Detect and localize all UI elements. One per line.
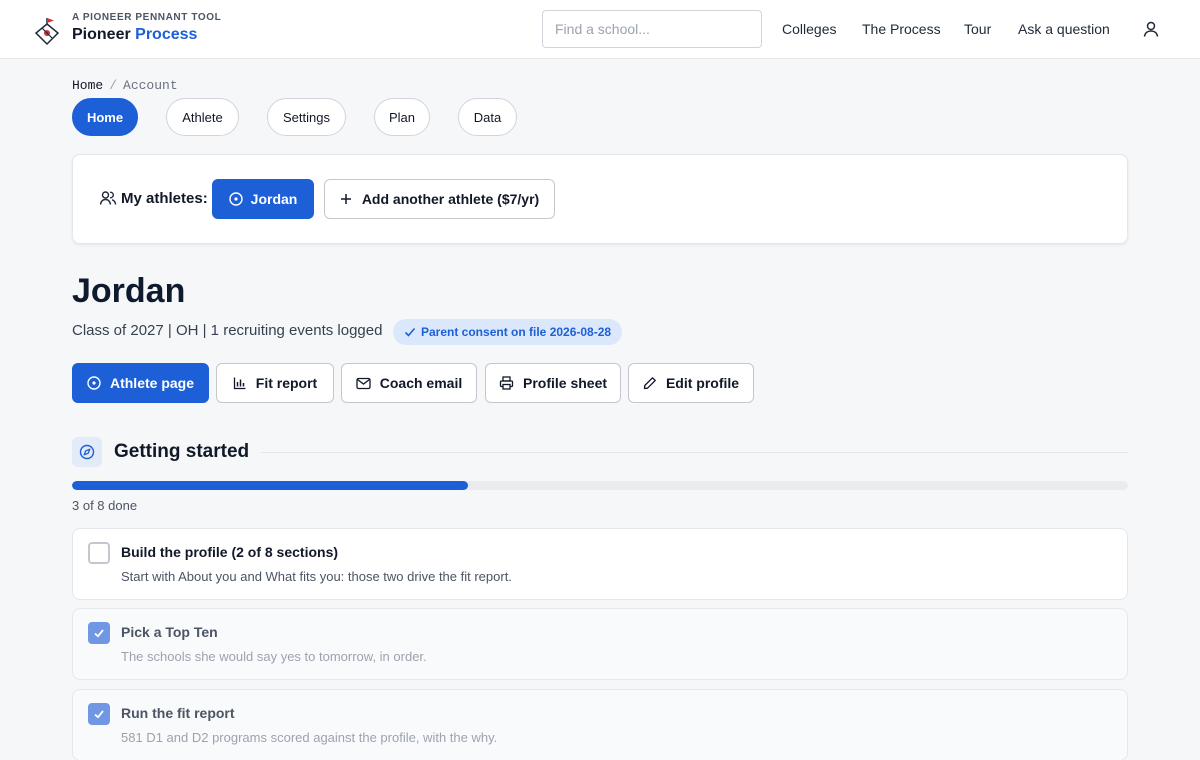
athlete-jordan-label: Jordan [250, 191, 298, 207]
my-athletes-text: My athletes: [121, 189, 208, 207]
task-title[interactable]: Run the fit report [121, 705, 235, 721]
compass-icon [228, 192, 243, 206]
getting-started-icon-box [72, 437, 102, 467]
plus-icon [340, 194, 351, 204]
task-card: Run the fit report 581 D1 and D2 program… [72, 689, 1128, 760]
task-description: The schools she would say yes to tomorro… [121, 649, 427, 664]
pennant-logo-icon[interactable] [34, 16, 62, 48]
task-card: Pick a Top Ten The schools she would say… [72, 608, 1128, 680]
task-checkbox[interactable] [88, 703, 110, 725]
getting-started-title: Getting started [114, 441, 250, 462]
fit-report-label: Fit report [255, 375, 318, 391]
compass-icon [79, 444, 95, 460]
bar-chart-icon [233, 377, 246, 390]
task-title[interactable]: Build the profile (2 of 8 sections) [121, 544, 338, 560]
mail-icon [356, 377, 371, 389]
task-description: 581 D1 and D2 programs scored against th… [121, 730, 498, 745]
check-icon [94, 710, 104, 719]
check-icon [404, 327, 416, 337]
athlete-page-button[interactable]: Athlete page [72, 363, 209, 403]
edit-profile-button[interactable]: Edit profile [628, 363, 754, 403]
tab-athlete[interactable]: Athlete [166, 98, 239, 136]
nav-ask-a-question[interactable]: Ask a question [1018, 21, 1110, 37]
fit-report-button[interactable]: Fit report [216, 363, 334, 403]
task-checkbox[interactable] [88, 622, 110, 644]
nav-colleges[interactable]: Colleges [782, 21, 836, 37]
brand-kicker: A PIONEER PENNANT TOOL [72, 12, 222, 23]
pencil-icon [643, 377, 656, 390]
athlete-name: Jordan [72, 272, 186, 310]
progress-fill [72, 481, 468, 490]
task-description: Start with About you and What fits you: … [121, 569, 512, 584]
user-icon[interactable] [1142, 20, 1160, 38]
add-athlete-label: Add another athlete ($7/yr) [361, 191, 540, 207]
brand-name[interactable]: Pioneer Process [72, 26, 197, 44]
breadcrumb: Home / Account [72, 78, 178, 93]
edit-profile-label: Edit profile [665, 375, 740, 391]
athlete-jordan-button[interactable]: Jordan [212, 179, 314, 219]
task-checkbox[interactable] [88, 542, 110, 564]
progress-text: 3 of 8 done [72, 498, 138, 513]
top-bar: A PIONEER PENNANT TOOL Pioneer Process C… [0, 0, 1200, 59]
consent-badge: Parent consent on file 2026-08-28 [393, 319, 623, 345]
coach-email-button[interactable]: Coach email [341, 363, 477, 403]
my-athletes-label: My athletes: [99, 189, 208, 207]
task-card: Build the profile (2 of 8 sections) Star… [72, 528, 1128, 600]
add-athlete-button[interactable]: Add another athlete ($7/yr) [324, 179, 555, 219]
nav-the-process[interactable]: The Process [862, 21, 941, 37]
profile-sheet-button[interactable]: Profile sheet [485, 363, 621, 403]
printer-icon [499, 376, 514, 390]
tab-plan[interactable]: Plan [374, 98, 430, 136]
profile-sheet-label: Profile sheet [522, 375, 608, 391]
tab-settings[interactable]: Settings [267, 98, 346, 136]
users-icon [99, 191, 117, 205]
consent-badge-text: Parent consent on file 2026-08-28 [421, 325, 612, 339]
athlete-page-label: Athlete page [109, 375, 194, 391]
compass-icon [87, 376, 101, 390]
nav-tour[interactable]: Tour [964, 21, 991, 37]
athlete-meta: Class of 2027 | OH | 1 recruiting events… [72, 322, 383, 339]
getting-started-progress-bar [72, 481, 1128, 490]
task-title[interactable]: Pick a Top Ten [121, 624, 218, 640]
coach-email-label: Coach email [379, 375, 463, 391]
brand-name-primary: Pioneer [72, 26, 131, 43]
check-icon [94, 629, 104, 638]
section-divider [261, 452, 1128, 453]
brand-name-accent: Process [135, 26, 198, 43]
breadcrumb-home[interactable]: Home [72, 78, 103, 93]
tab-home[interactable]: Home [72, 98, 138, 136]
school-search-input[interactable] [542, 10, 762, 48]
tab-data[interactable]: Data [458, 98, 517, 136]
my-athletes-card: My athletes: Jordan Add another athlete … [72, 154, 1128, 244]
breadcrumb-separator: / [109, 78, 118, 93]
breadcrumb-current: Account [123, 78, 178, 93]
